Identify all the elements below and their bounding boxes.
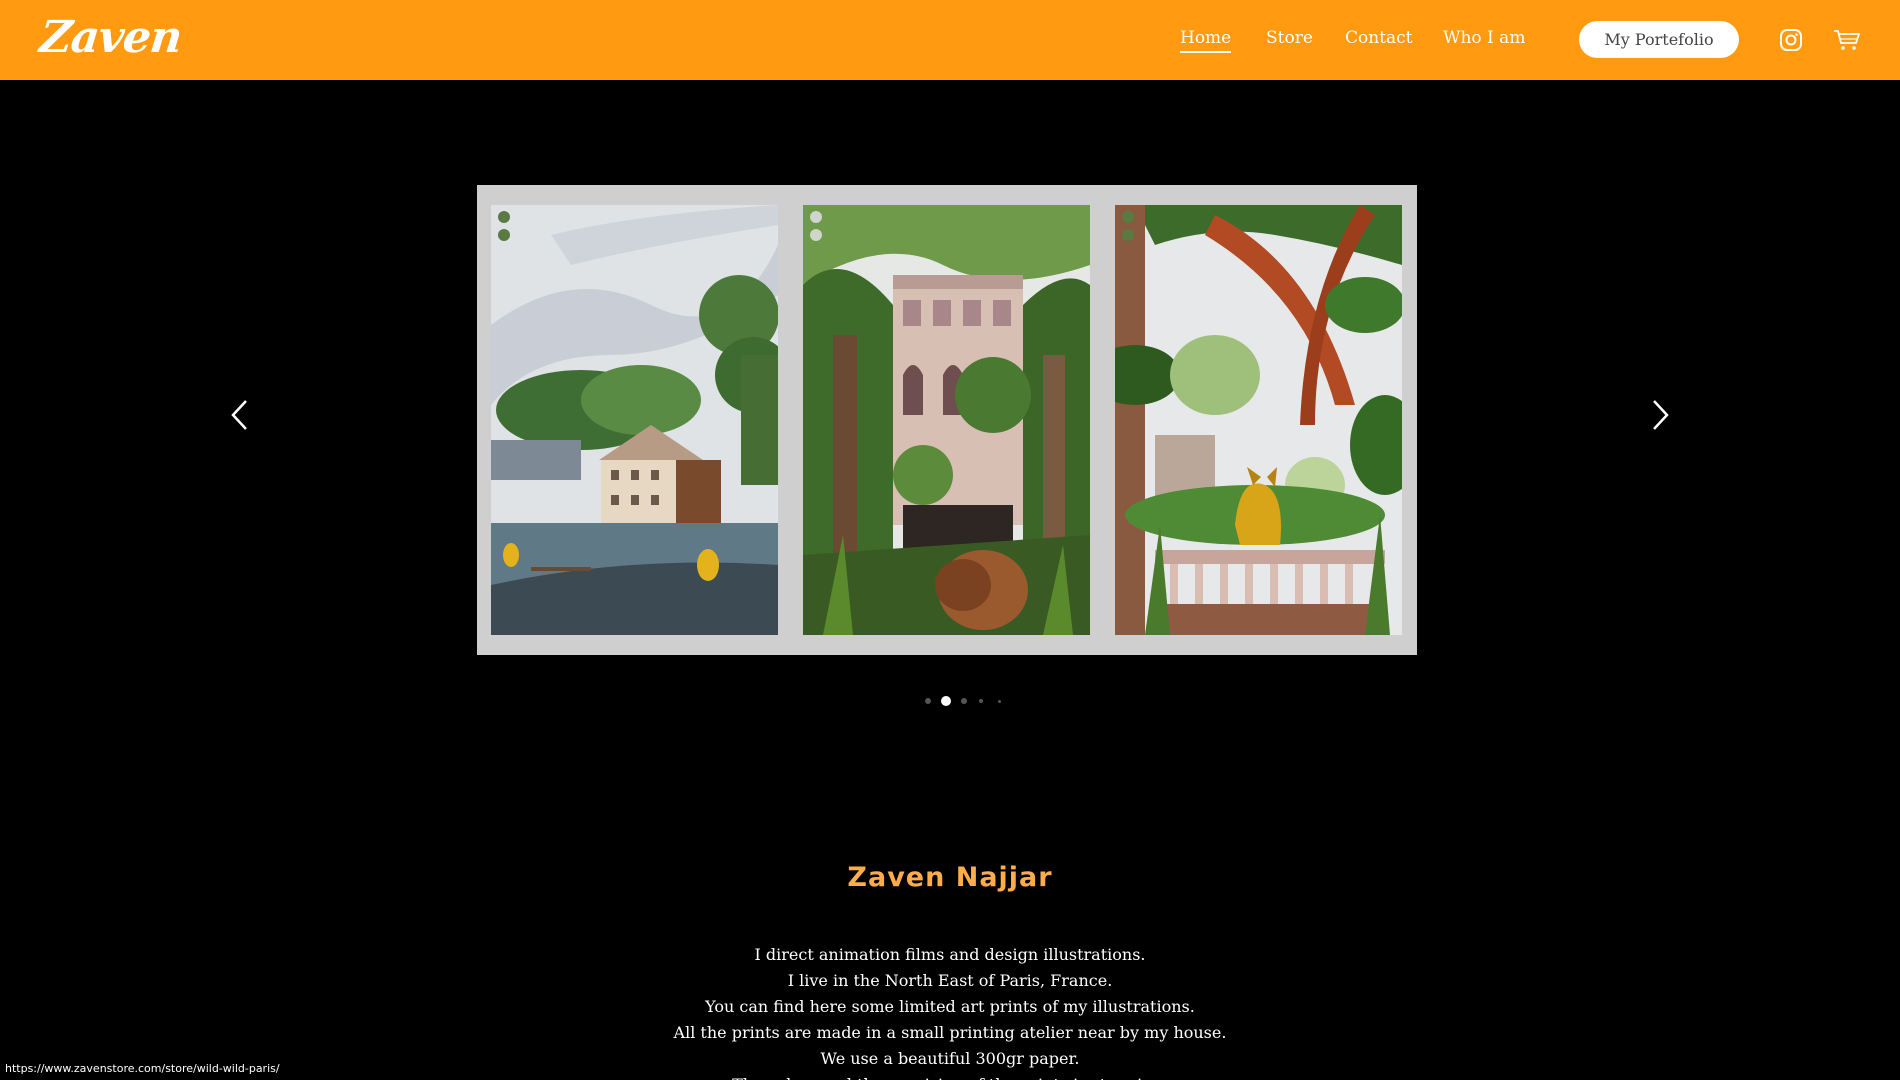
slider-next-button[interactable] — [1648, 398, 1672, 432]
bio-line: You can find here some limited art print… — [705, 997, 1195, 1016]
slider-dot-1[interactable] — [925, 698, 931, 704]
cart-icon[interactable] — [1833, 28, 1861, 52]
slider-dot-2-active[interactable] — [941, 696, 951, 706]
poster-house-by-lake[interactable] — [491, 205, 778, 635]
instagram-icon[interactable] — [1779, 28, 1803, 52]
slider-dot-3[interactable] — [961, 698, 967, 704]
bio-line: I direct animation films and design illu… — [754, 945, 1146, 964]
bio-line: I live in the North East of Paris, Franc… — [787, 971, 1113, 990]
bio-line: All the prints are made in a small print… — [673, 1023, 1227, 1042]
site-logo[interactable]: Zaven — [37, 12, 184, 63]
nav-home[interactable]: Home — [1180, 28, 1232, 53]
poster-mansion-with-lion[interactable] — [803, 205, 1090, 635]
slider-dot-5[interactable] — [998, 700, 1001, 703]
slider-dot-4[interactable] — [979, 699, 983, 703]
poster-balcony-with-lynx[interactable] — [1115, 205, 1402, 635]
site-header: Zaven Home Store Contact Who I am My Por… — [0, 0, 1900, 80]
nav-contact[interactable]: Contact — [1345, 28, 1413, 48]
portfolio-button[interactable]: My Portefolio — [1579, 21, 1739, 58]
status-bar-url: https://www.zavenstore.com/store/wild-wi… — [0, 1060, 285, 1080]
slider-pagination — [922, 694, 1002, 706]
bio-line: We use a beautiful 300gr paper. — [820, 1049, 1080, 1068]
slider-slide[interactable] — [477, 185, 1417, 655]
nav-who-i-am[interactable]: Who I am — [1443, 28, 1525, 48]
nav-store[interactable]: Store — [1266, 28, 1313, 48]
about-title: Zaven Najjar — [847, 862, 1053, 893]
slider-prev-button[interactable] — [228, 398, 252, 432]
bio-line: The colors and the precision of the prin… — [0, 1072, 1900, 1080]
about-bio: I direct animation films and design illu… — [0, 942, 1900, 1080]
